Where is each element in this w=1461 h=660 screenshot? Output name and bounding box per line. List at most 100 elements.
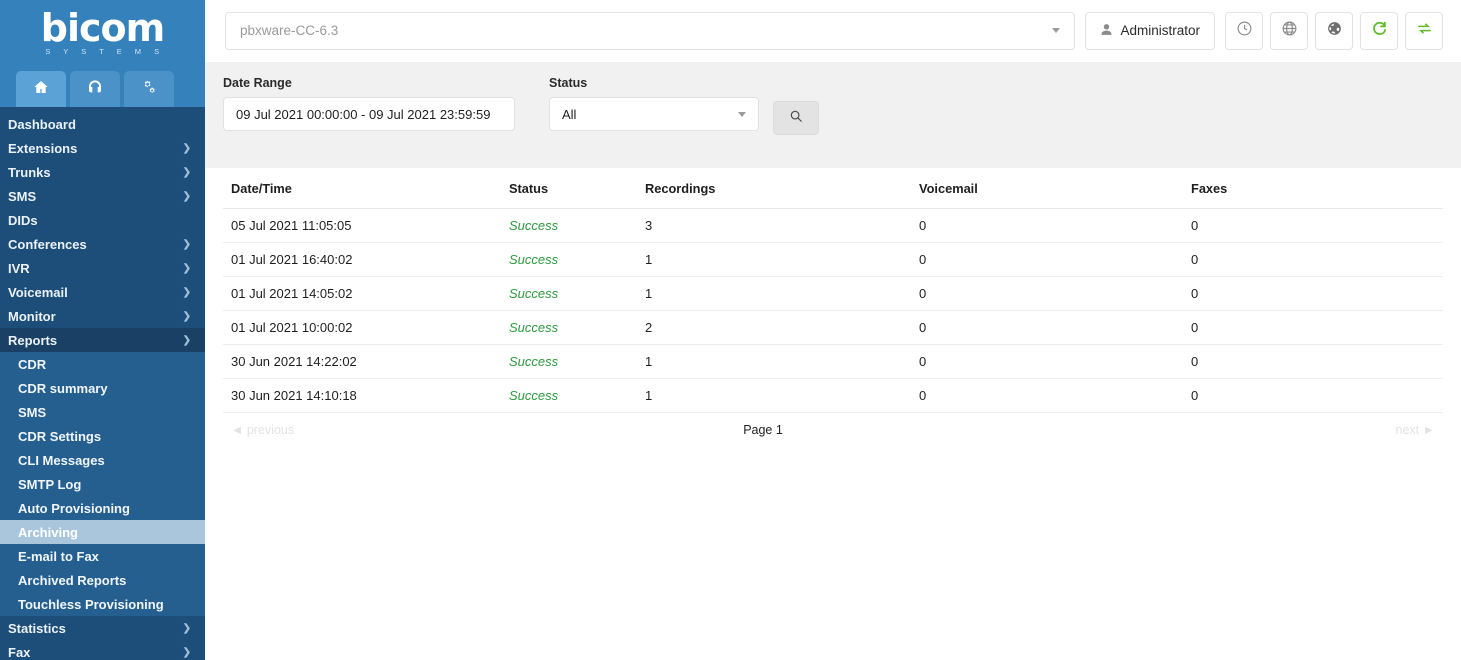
column-header-voicemail[interactable]: Voicemail — [911, 168, 1183, 209]
sidebar-item-cli-messages[interactable]: CLI Messages — [0, 448, 205, 472]
sidebar-item-sms-report[interactable]: SMS — [0, 400, 205, 424]
sidebar-item-dids[interactable]: DIDs — [0, 208, 205, 232]
sync-button[interactable] — [1405, 11, 1443, 50]
search-button[interactable] — [773, 101, 819, 135]
sidebar-item-label: DIDs — [8, 212, 38, 228]
status-badge: Success — [501, 242, 637, 277]
server-select-value: pbxware-CC-6.3 — [240, 23, 339, 38]
table-row[interactable]: 01 Jul 2021 16:40:02 Success 1 0 0 — [223, 242, 1443, 277]
sidebar-subitem-label: Archiving — [18, 524, 78, 540]
pagination: ◄ previous Page 1 next ► — [223, 413, 1443, 437]
sidebar-item-monitor[interactable]: Monitor ❯ — [0, 304, 205, 328]
status-badge: Success — [501, 310, 637, 345]
cell-recordings: 1 — [637, 344, 911, 379]
sidebar-item-smtp-log[interactable]: SMTP Log — [0, 472, 205, 496]
admin-user-label: Administrator — [1120, 23, 1200, 38]
cell-voicemail: 0 — [911, 378, 1183, 413]
sidebar-item-dashboard[interactable]: Dashboard — [0, 112, 205, 136]
table-head: Date/Time Status Recordings Voicemail Fa… — [223, 168, 1443, 209]
cell-faxes: 0 — [1183, 242, 1443, 277]
cell-faxes: 0 — [1183, 378, 1443, 413]
logo-subtext: S Y S T E M S — [45, 46, 165, 56]
sidebar-item-statistics[interactable]: Statistics ❯ — [0, 616, 205, 640]
sidebar-tab-home[interactable] — [16, 71, 66, 107]
sidebar-subitem-label: CDR — [18, 356, 47, 372]
sidebar-item-sms[interactable]: SMS ❯ — [0, 184, 205, 208]
sidebar-item-label: Reports — [8, 332, 58, 348]
sidebar-item-trunks[interactable]: Trunks ❯ — [0, 160, 205, 184]
sidebar-icon-tabs — [0, 62, 205, 107]
sidebar-item-label: Voicemail — [8, 284, 68, 300]
sidebar-item-fax[interactable]: Fax ❯ — [0, 640, 205, 660]
sidebar-item-label: SMS — [8, 188, 37, 204]
column-header-faxes[interactable]: Faxes — [1183, 168, 1443, 209]
sidebar-item-archiving[interactable]: Archiving — [0, 520, 205, 544]
cell-recordings: 3 — [637, 208, 911, 243]
home-icon — [33, 79, 49, 100]
sidebar-item-email-to-fax[interactable]: E-mail to Fax — [0, 544, 205, 568]
chevron-down-icon: ❯ — [182, 334, 191, 346]
cell-voicemail: 0 — [911, 344, 1183, 379]
column-header-datetime[interactable]: Date/Time — [223, 168, 501, 209]
archiving-table: Date/Time Status Recordings Voicemail Fa… — [223, 168, 1443, 413]
sidebar-subitem-label: Touchless Provisioning — [18, 596, 164, 612]
status-badge: Success — [501, 276, 637, 311]
clock-button[interactable] — [1225, 11, 1263, 50]
cell-datetime: 01 Jul 2021 10:00:02 — [223, 310, 501, 345]
sidebar-item-extensions[interactable]: Extensions ❯ — [0, 136, 205, 160]
table-row[interactable]: 30 Jun 2021 14:10:18 Success 1 0 0 — [223, 378, 1443, 413]
sidebar-subitem-label: E-mail to Fax — [18, 548, 99, 564]
top-bar: pbxware-CC-6.3 Administrator — [205, 0, 1461, 62]
filter-bar: Date Range 09 Jul 2021 00:00:00 - 09 Jul… — [205, 62, 1461, 168]
globe-grid-button[interactable] — [1270, 11, 1308, 50]
cell-voicemail: 0 — [911, 208, 1183, 243]
sidebar-item-ivr[interactable]: IVR ❯ — [0, 256, 205, 280]
earth-button[interactable] — [1315, 11, 1353, 50]
sync-icon — [1416, 20, 1433, 42]
sidebar-item-auto-provisioning[interactable]: Auto Provisioning — [0, 496, 205, 520]
earth-icon — [1326, 20, 1343, 42]
sidebar-subitem-label: CLI Messages — [18, 452, 105, 468]
sidebar-item-reports[interactable]: Reports ❯ — [0, 328, 205, 352]
sidebar-tab-support[interactable] — [70, 71, 120, 107]
pagination-next[interactable]: next ► — [1255, 423, 1435, 437]
refresh-button[interactable] — [1360, 11, 1398, 50]
chevron-right-icon: ❯ — [182, 190, 191, 202]
sidebar-subitem-label: Auto Provisioning — [18, 500, 130, 516]
table-row[interactable]: 05 Jul 2021 11:05:05 Success 3 0 0 — [223, 208, 1443, 243]
status-field: Status All — [549, 76, 759, 131]
cell-faxes: 0 — [1183, 276, 1443, 311]
table-body: 05 Jul 2021 11:05:05 Success 3 0 0 01 Ju… — [223, 208, 1443, 413]
cell-recordings: 2 — [637, 310, 911, 345]
table-row[interactable]: 30 Jun 2021 14:22:02 Success 1 0 0 — [223, 344, 1443, 379]
sidebar-tab-settings[interactable] — [124, 71, 174, 107]
table-row[interactable]: 01 Jul 2021 10:00:02 Success 2 0 0 — [223, 310, 1443, 345]
sidebar-item-cdr[interactable]: CDR — [0, 352, 205, 376]
chevron-right-icon: ❯ — [182, 646, 191, 658]
cell-recordings: 1 — [637, 276, 911, 311]
sidebar-subitem-label: SMTP Log — [18, 476, 82, 492]
sidebar-item-label: Statistics — [8, 620, 66, 636]
table-row[interactable]: 01 Jul 2021 14:05:02 Success 1 0 0 — [223, 276, 1443, 311]
main-content: pbxware-CC-6.3 Administrator Date Range … — [205, 0, 1461, 660]
date-range-input[interactable]: 09 Jul 2021 00:00:00 - 09 Jul 2021 23:59… — [223, 97, 515, 131]
admin-user-button[interactable]: Administrator — [1085, 11, 1215, 50]
sidebar-item-label: Monitor — [8, 308, 56, 324]
server-select[interactable]: pbxware-CC-6.3 — [225, 11, 1076, 50]
brand-logo[interactable]: bicom S Y S T E M S — [0, 0, 205, 62]
sidebar-item-cdr-summary[interactable]: CDR summary — [0, 376, 205, 400]
column-header-status[interactable]: Status — [501, 168, 637, 209]
sidebar-subitem-label: CDR summary — [18, 380, 108, 396]
sidebar-item-archived-reports[interactable]: Archived Reports — [0, 568, 205, 592]
sidebar: bicom S Y S T E M S Dashboard Extensions… — [0, 0, 205, 660]
refresh-icon — [1371, 20, 1388, 42]
sidebar-item-voicemail[interactable]: Voicemail ❯ — [0, 280, 205, 304]
status-select[interactable]: All — [549, 97, 759, 131]
sidebar-item-cdr-settings[interactable]: CDR Settings — [0, 424, 205, 448]
user-icon — [1100, 23, 1113, 39]
cell-datetime: 30 Jun 2021 14:10:18 — [223, 378, 501, 413]
sidebar-item-touchless-provisioning[interactable]: Touchless Provisioning — [0, 592, 205, 616]
sidebar-subitem-label: Archived Reports — [18, 572, 127, 588]
column-header-recordings[interactable]: Recordings — [637, 168, 911, 209]
sidebar-item-conferences[interactable]: Conferences ❯ — [0, 232, 205, 256]
